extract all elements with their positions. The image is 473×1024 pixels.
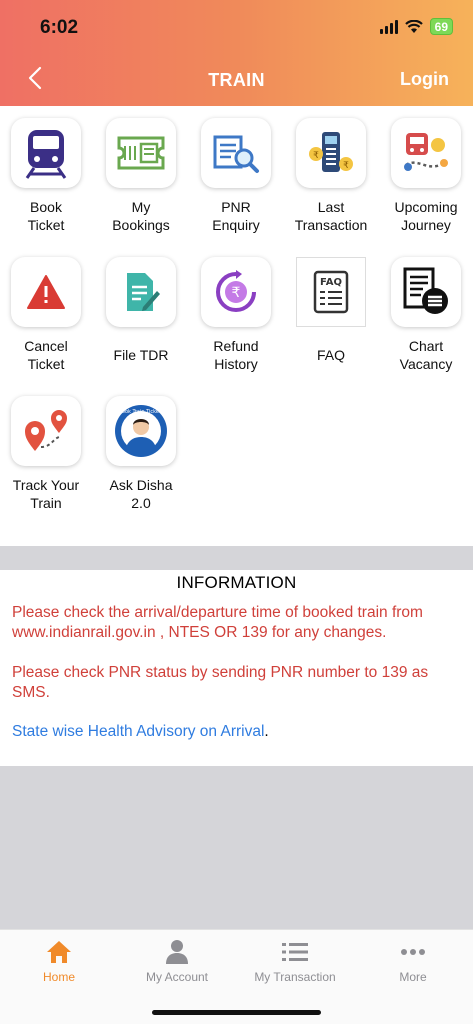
tab-label: Home bbox=[42, 970, 75, 984]
faq-icon: FAQ bbox=[313, 270, 349, 314]
ticket-icon bbox=[117, 136, 165, 170]
tile-my-bookings[interactable]: My Bookings bbox=[95, 118, 187, 234]
tile-track-your-train[interactable]: Track Your Train bbox=[0, 396, 92, 512]
disha-badge-text: Book Train Tickets bbox=[118, 409, 163, 415]
login-button[interactable]: Login bbox=[400, 69, 449, 90]
signal-icon bbox=[379, 19, 398, 34]
tile-label: Bookings bbox=[112, 217, 170, 233]
tab-label: My Account bbox=[145, 970, 209, 984]
tile-label: FAQ bbox=[316, 347, 345, 363]
warning-icon bbox=[27, 275, 65, 309]
document-search-icon bbox=[213, 135, 259, 173]
tile-label: Ticket bbox=[27, 217, 65, 233]
tab-my-account[interactable]: My Account bbox=[118, 938, 236, 984]
home-indicator bbox=[152, 1010, 321, 1015]
svg-text:₹: ₹ bbox=[343, 161, 349, 171]
app-header: 6:02 69 TRAIN Login bbox=[0, 0, 473, 106]
service-grid: Book Ticket My Bookings PNR Enquiry ₹ ₹ … bbox=[0, 106, 473, 546]
document-edit-icon bbox=[127, 273, 160, 311]
tile-pnr-enquiry[interactable]: PNR Enquiry bbox=[190, 118, 282, 234]
tile-last-transaction[interactable]: ₹ ₹ Last Transaction bbox=[285, 118, 377, 234]
refund-icon: ₹ bbox=[216, 270, 256, 312]
health-advisory-link[interactable]: State wise Health Advisory on Arrival bbox=[12, 723, 264, 740]
tile-label: Refund bbox=[213, 338, 259, 354]
faq-icon-text: FAQ bbox=[320, 277, 342, 288]
home-icon bbox=[47, 941, 71, 963]
tile-label: Train bbox=[30, 495, 62, 511]
tile-refund-history[interactable]: ₹ Refund History bbox=[190, 257, 282, 373]
tile-label: Cancel bbox=[24, 338, 68, 354]
user-icon bbox=[166, 940, 188, 964]
tile-upcoming-journey[interactable]: Upcoming Journey bbox=[380, 118, 472, 234]
information-panel: INFORMATION Please check the arrival/dep… bbox=[0, 570, 473, 766]
tile-label: Enquiry bbox=[212, 217, 260, 233]
tile-cancel-ticket[interactable]: Cancel Ticket bbox=[0, 257, 92, 373]
battery-indicator: 69 bbox=[429, 18, 453, 35]
train-icon bbox=[25, 130, 67, 179]
tile-label: Track Your bbox=[12, 477, 80, 493]
tile-faq[interactable]: FAQ FAQ bbox=[285, 257, 377, 364]
tile-label: Upcoming bbox=[394, 199, 458, 215]
status-time: 6:02 bbox=[40, 17, 79, 38]
tile-label: Ticket bbox=[27, 356, 65, 372]
list-icon bbox=[282, 943, 308, 961]
more-dots-icon bbox=[401, 949, 425, 955]
tab-my-transaction[interactable]: My Transaction bbox=[236, 938, 354, 984]
tile-ask-disha[interactable]: Book Train Tickets Ask Disha 2.0 bbox=[95, 396, 187, 512]
tab-label: More bbox=[399, 970, 427, 984]
tile-label: File TDR bbox=[113, 347, 169, 363]
section-divider bbox=[0, 546, 473, 570]
tab-home[interactable]: Home bbox=[0, 938, 118, 984]
tile-label: Last bbox=[317, 199, 345, 215]
tile-label: Journey bbox=[401, 217, 451, 233]
tile-label: Vacancy bbox=[399, 356, 453, 372]
tile-label: 2.0 bbox=[131, 495, 151, 511]
svg-text:₹: ₹ bbox=[232, 285, 241, 301]
tab-more[interactable]: More bbox=[354, 938, 472, 984]
svg-text:₹: ₹ bbox=[313, 151, 319, 161]
tab-label: My Transaction bbox=[254, 970, 336, 984]
tile-label: Transaction bbox=[294, 217, 368, 233]
status-icons: 69 bbox=[379, 18, 453, 35]
link-suffix: . bbox=[264, 723, 269, 740]
chart-document-icon bbox=[403, 267, 448, 314]
tile-file-tdr[interactable]: File TDR bbox=[95, 257, 187, 364]
journey-route-icon bbox=[404, 133, 448, 171]
tile-label: PNR bbox=[221, 199, 251, 215]
tile-label: My bbox=[131, 199, 151, 215]
information-title: INFORMATION bbox=[176, 573, 297, 592]
tile-chart-vacancy[interactable]: Chart Vacancy bbox=[380, 257, 472, 373]
info-message-pnr: Please check PNR status by sending PNR n… bbox=[12, 664, 429, 701]
track-location-icon bbox=[25, 410, 67, 451]
tile-book-ticket[interactable]: Book Ticket bbox=[0, 118, 92, 234]
tile-label: Ask Disha bbox=[109, 477, 173, 493]
disha-assistant-icon: Book Train Tickets bbox=[115, 405, 167, 457]
empty-area bbox=[0, 766, 473, 929]
wifi-icon bbox=[404, 19, 423, 33]
health-advisory-row: State wise Health Advisory on Arrival. bbox=[12, 723, 461, 741]
card-machine-icon: ₹ ₹ bbox=[309, 132, 353, 172]
tile-label: Book bbox=[30, 199, 62, 215]
info-message-arrival: Please check the arrival/departure time … bbox=[12, 604, 423, 641]
tile-label: Chart bbox=[408, 338, 444, 354]
tile-label: History bbox=[214, 356, 258, 372]
